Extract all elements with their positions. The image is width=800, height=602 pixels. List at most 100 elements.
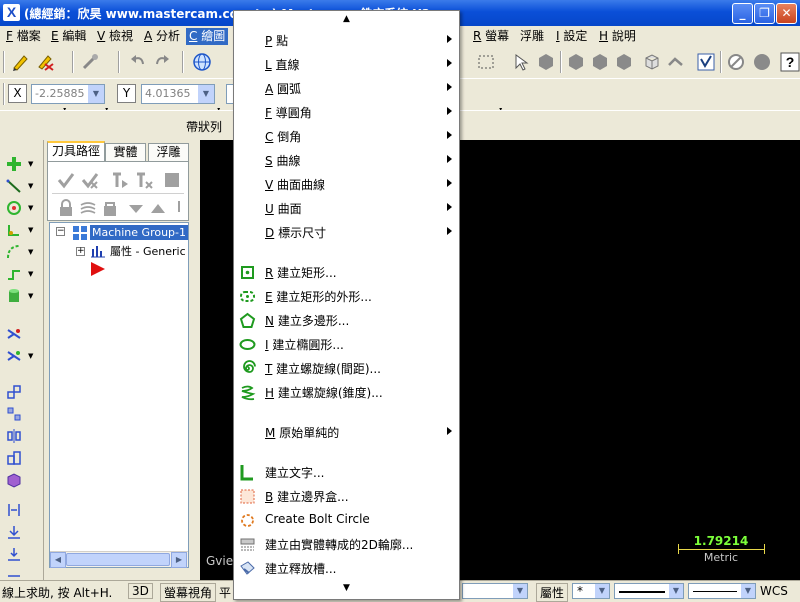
menu-item-helix-taper[interactable]: H 建立螺旋線(錐度)... [234, 381, 459, 403]
wrap-icon[interactable] [6, 564, 22, 580]
menu-item-bolt-circle[interactable]: Create Bolt Circle [234, 509, 459, 531]
selection-box-icon[interactable] [476, 52, 496, 72]
scale-icon[interactable] [6, 450, 22, 466]
menu-settings[interactable]: I 設定 [553, 28, 590, 45]
menu-item-spline[interactable]: S 曲線 [234, 149, 459, 171]
break-icon[interactable] [6, 348, 22, 364]
tree-item-properties[interactable]: 屬性 - Generic [110, 243, 186, 259]
chevron-down-icon[interactable]: ▼ [669, 584, 683, 598]
close-button[interactable]: ✕ [776, 3, 797, 24]
y-coord-label[interactable]: Y [117, 84, 136, 103]
menu-screen[interactable]: R 螢幕 [470, 28, 512, 45]
help-icon[interactable]: ? [780, 52, 800, 72]
chevron-down-icon[interactable]: ▼ [28, 248, 33, 256]
cube-wire-icon[interactable] [642, 52, 662, 72]
delete-entities-icon[interactable] [36, 52, 56, 72]
chevron-down-icon[interactable]: ▼ [28, 226, 33, 234]
mode-3d-button[interactable]: 3D [128, 583, 153, 599]
mirror-icon[interactable] [6, 428, 22, 444]
insert-arrow-marker-icon[interactable] [90, 261, 106, 277]
solid-select-icon[interactable] [536, 52, 556, 72]
maximize-button[interactable]: ❐ [754, 3, 775, 24]
menu-item-letters[interactable]: 建立文字... [234, 461, 459, 483]
menu-help[interactable]: H 說明 [596, 28, 639, 45]
translate-icon[interactable] [6, 384, 22, 400]
menu-item-rectangle[interactable]: R 建立矩形... [234, 261, 459, 283]
insert-arrow-icon[interactable] [172, 198, 186, 218]
x-coord-input[interactable]: -2.25885 ▼ [31, 84, 105, 104]
point-style-select[interactable]: * ▼ [572, 583, 610, 599]
create-line-icon[interactable] [6, 178, 22, 194]
collapse-toggle[interactable]: − [56, 227, 65, 236]
y-coord-input[interactable]: 4.01365 ▼ [141, 84, 215, 104]
menu-item-line[interactable]: L 直線 [234, 53, 459, 75]
solid-edge-icon[interactable] [590, 52, 610, 72]
line-width-select[interactable]: ▼ [688, 583, 756, 599]
x-coord-label[interactable]: X [8, 84, 27, 103]
menu-item-helix-pitch[interactable]: T 建立螺旋線(間距)... [234, 357, 459, 379]
chain-icon[interactable] [666, 52, 686, 72]
menu-create[interactable]: C 繪圖 [186, 28, 229, 45]
wcs-button[interactable]: WCS [760, 584, 788, 598]
tab-art[interactable]: 浮雕 [148, 143, 189, 161]
plane-button[interactable]: 平 [219, 584, 231, 601]
chevron-down-icon[interactable]: ▼ [595, 584, 609, 598]
stretch-icon[interactable] [6, 502, 22, 518]
menu-item-ellipse[interactable]: I 建立橢圓形... [234, 333, 459, 355]
chevron-down-icon[interactable]: ▼ [198, 85, 214, 103]
chevron-down-icon[interactable]: ▼ [28, 270, 33, 278]
menu-item-chamfer[interactable]: C 倒角 [234, 125, 459, 147]
menu-item-surface[interactable]: U 曲面 [234, 197, 459, 219]
minimize-button[interactable]: _ [732, 3, 753, 24]
regenerate-dirty-icon[interactable] [134, 170, 154, 190]
chevron-down-icon[interactable]: ▼ [28, 292, 33, 300]
menu-item-surface-curve[interactable]: V 曲面曲線 [234, 173, 459, 195]
create-point-icon[interactable] [6, 156, 22, 172]
tab-toolpaths[interactable]: 刀具路徑 [47, 141, 105, 161]
menu-scroll-up-icon[interactable]: ▲ [234, 14, 459, 24]
expand-toggle[interactable]: + [76, 247, 85, 256]
chevron-down-icon[interactable]: ▼ [28, 182, 33, 190]
solid-face-icon[interactable] [566, 52, 586, 72]
status-field-z[interactable]: ▼ [462, 583, 528, 599]
globe-icon[interactable] [192, 52, 212, 72]
screen-view-button[interactable]: 螢幕視角 [160, 583, 217, 602]
menu-view[interactable]: V 檢視 [94, 28, 136, 45]
cylinder-icon[interactable] [6, 288, 22, 304]
rotate-icon[interactable] [6, 406, 22, 422]
menu-item-drafting[interactable]: D 標示尺寸 [234, 221, 459, 243]
chevron-down-icon[interactable]: ▼ [28, 160, 33, 168]
menu-item-bounding-box[interactable]: B 建立邊界盒... [234, 485, 459, 507]
app-icon[interactable]: X [3, 4, 20, 21]
chevron-down-icon[interactable]: ▼ [28, 352, 33, 360]
menu-item-arc[interactable]: A 圓弧 [234, 77, 459, 99]
menu-item-polygon[interactable]: N 建立多邊形... [234, 309, 459, 331]
scroll-thumb[interactable] [66, 553, 170, 566]
trim-icon[interactable] [6, 326, 22, 342]
select-dirty-icon[interactable] [80, 170, 100, 190]
solid-body-icon[interactable] [614, 52, 634, 72]
select-all-icon[interactable] [56, 170, 76, 190]
menu-file[interactable]: F 檔案 [3, 28, 44, 45]
offset-icon[interactable] [6, 472, 22, 488]
menu-analyze[interactable]: A 分析 [141, 28, 183, 45]
menu-edit[interactable]: E 編輯 [48, 28, 89, 45]
cancel-selection-icon[interactable] [726, 52, 746, 72]
lock-icon[interactable] [56, 198, 76, 218]
menu-item-fillet[interactable]: F 導圓角 [234, 101, 459, 123]
chevron-down-icon[interactable]: ▼ [28, 204, 33, 212]
project-icon[interactable] [6, 524, 22, 540]
tab-solids[interactable]: 實體 [105, 143, 146, 161]
menu-item-rectangular-shapes[interactable]: E 建立矩形的外形... [234, 285, 459, 307]
menu-scroll-down-icon[interactable]: ▼ [234, 583, 459, 593]
select-arrow-icon[interactable] [512, 52, 532, 72]
fillet-icon[interactable] [6, 222, 22, 238]
drag-icon[interactable] [6, 546, 22, 562]
regenerate-icon[interactable] [110, 170, 130, 190]
toggle-post-icon[interactable] [100, 198, 120, 218]
operations-tree[interactable]: − Machine Group-1 + 屬性 - Generic ◀ ▶ [49, 222, 189, 568]
move-up-icon[interactable] [148, 198, 168, 218]
end-selection-icon[interactable] [752, 52, 772, 72]
undo-icon[interactable] [128, 52, 148, 72]
create-arc-icon[interactable] [6, 200, 22, 216]
